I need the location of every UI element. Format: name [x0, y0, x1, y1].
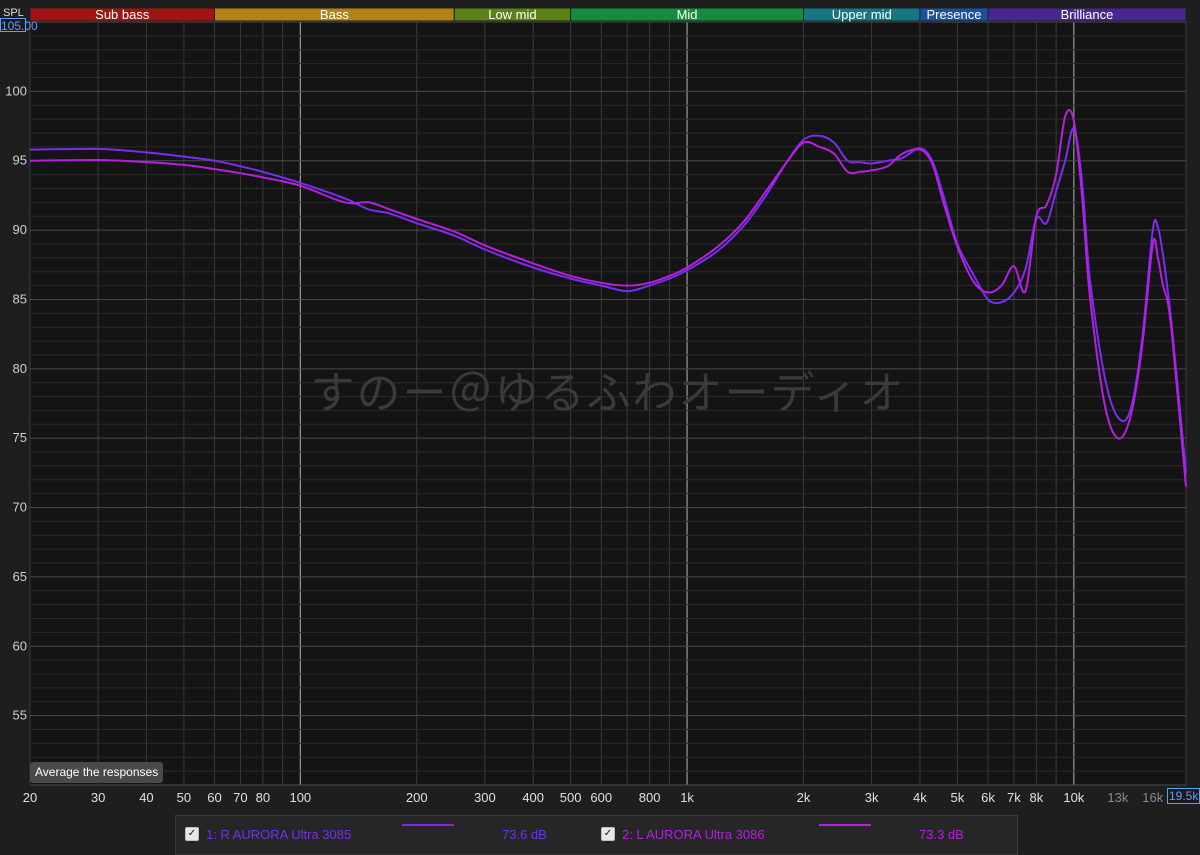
legend-2-label: 2: L AURORA Ultra 3086	[622, 826, 765, 842]
average-responses-button[interactable]: Average the responses	[30, 762, 164, 783]
x-tick-label: 6k	[981, 790, 995, 805]
x-tick-label: 5k	[951, 790, 965, 805]
y-tick-label: 100	[5, 83, 27, 98]
x-tick-label: 7k	[1007, 790, 1021, 805]
frequency-bands: Sub bass Bass Low mid Mid Upper mid Presence B…	[29, 7, 1187, 22]
band-label: Bass	[320, 7, 349, 22]
x-max-frequency-box[interactable]: 19.5k	[1167, 788, 1200, 804]
x-tick-label: 20	[23, 790, 37, 805]
y-tick-label: 55	[13, 708, 27, 723]
y-tick-label: 85	[13, 291, 27, 306]
legend-1-db: 73.6 dB	[502, 826, 547, 842]
y-tick-label: 60	[13, 638, 27, 653]
y-tick-label: 90	[13, 222, 27, 237]
band-label: Presence	[927, 7, 982, 22]
x-tick-label: 50	[177, 790, 191, 805]
legend-2-checkbox[interactable]: ✓	[601, 827, 615, 841]
y-tick-label: 95	[13, 153, 27, 168]
x-tick-label: 400	[522, 790, 544, 805]
legend-2-db: 73.3 dB	[919, 826, 964, 842]
band-label: Brilliance	[1061, 7, 1114, 22]
y-tick-label: 80	[13, 361, 27, 376]
y-axis-ticks: 55 60 65 70 75 80 85 90 95 100	[5, 83, 27, 722]
x-tick-label: 70	[233, 790, 247, 805]
legend-2-db-wrap: 73.3 dB	[919, 825, 964, 843]
y-tick-label: 70	[13, 500, 27, 515]
x-tick-label: 60	[207, 790, 221, 805]
frequency-response-chart: Sub bass Bass Low mid Mid Upper mid Presence B…	[5, 7, 1187, 805]
x-tick-label: 8k	[1029, 790, 1043, 805]
legend-1-label: 1: R AURORA Ultra 3085	[206, 826, 352, 842]
band-label: Upper mid	[832, 7, 892, 22]
x-tick-label: 2k	[797, 790, 811, 805]
legend-1-swatch	[402, 824, 454, 826]
x-tick-label: 10k	[1063, 790, 1084, 805]
x-tick-label: 100	[289, 790, 311, 805]
band-label: Sub bass	[95, 7, 150, 22]
x-tick-label: 500	[560, 790, 582, 805]
legend-1-db-wrap: 73.6 dB	[502, 825, 547, 843]
y-tick-label: 75	[13, 430, 27, 445]
x-axis-ticks: 20 30 40 50 60 70 80 100 200 300 400 500 600 800 1k 2k 3…	[23, 790, 1164, 805]
y-max-value-box[interactable]: 105.00	[0, 18, 38, 33]
x-tick-label: 300	[474, 790, 496, 805]
watermark: すのー＠ゆるふわオーディオ	[311, 368, 906, 419]
band-label: Low mid	[488, 7, 536, 22]
x-tick-label: 80	[256, 790, 270, 805]
x-tick-label: 200	[406, 790, 428, 805]
x-tick-label: 600	[590, 790, 612, 805]
y-tick-label: 65	[13, 569, 27, 584]
legend-panel: ✓ 1: R AURORA Ultra 3085 73.6 dB ✓ 2: L …	[175, 815, 1018, 855]
band-label: Mid	[677, 7, 698, 22]
legend-item-2: ✓ 2: L AURORA Ultra 3086	[601, 825, 765, 843]
legend-2-swatch	[819, 824, 871, 826]
x-tick-label: 16k	[1142, 790, 1163, 805]
x-tick-label: 800	[639, 790, 661, 805]
x-tick-label: 40	[139, 790, 153, 805]
x-tick-label: 3k	[865, 790, 879, 805]
legend-1-checkbox[interactable]: ✓	[185, 827, 199, 841]
x-tick-label: 30	[91, 790, 105, 805]
legend-item-1: ✓ 1: R AURORA Ultra 3085	[185, 825, 351, 843]
x-tick-label: 13k	[1107, 790, 1128, 805]
x-tick-label: 1k	[680, 790, 694, 805]
x-tick-label: 4k	[913, 790, 927, 805]
